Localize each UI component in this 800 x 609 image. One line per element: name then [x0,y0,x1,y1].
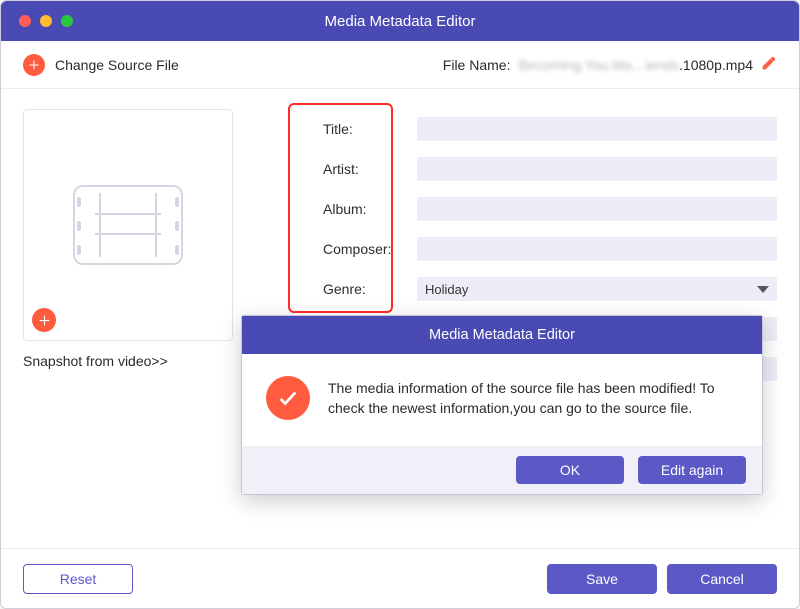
edit-filename-button[interactable] [761,55,777,74]
field-row-artist: Artist: [323,149,777,189]
artist-label: Artist: [323,161,403,177]
dialog-footer: OK Edit again [242,446,762,494]
dialog-edit-again-button[interactable]: Edit again [638,456,746,484]
check-icon [266,376,310,420]
field-row-genre: Genre: Holiday [323,269,777,309]
thumbnail-box [23,109,233,341]
title-label: Title: [323,121,403,137]
change-source-label: Change Source File [55,57,179,73]
title-input[interactable] [417,117,777,141]
genre-value: Holiday [425,282,468,297]
field-row-title: Title: [323,109,777,149]
composer-label: Composer: [323,241,403,257]
artist-input[interactable] [417,157,777,181]
album-label: Album: [323,201,403,217]
confirmation-dialog: Media Metadata Editor The media informat… [241,315,763,495]
dialog-title: Media Metadata Editor [242,316,762,354]
file-name-obscured: Becoming.You.Ma…iends [518,57,679,73]
save-button[interactable]: Save [547,564,657,594]
change-source-button[interactable]: Change Source File [23,54,179,76]
file-name-display: File Name: Becoming.You.Ma…iends.1080p.m… [443,55,777,74]
file-name-label: File Name: [443,57,511,73]
plus-icon [23,54,45,76]
footer: Reset Save Cancel [1,548,799,608]
genre-select[interactable]: Holiday [417,277,777,301]
titlebar: Media Metadata Editor [1,1,799,41]
snapshot-from-video-link[interactable]: Snapshot from video>> [23,353,233,369]
dialog-body: The media information of the source file… [242,354,762,446]
dialog-message: The media information of the source file… [328,376,738,420]
album-input[interactable] [417,197,777,221]
composer-input[interactable] [417,237,777,261]
window-title: Media Metadata Editor [1,13,799,30]
toolbar: Change Source File File Name: Becoming.Y… [1,41,799,89]
field-row-composer: Composer: [323,229,777,269]
field-row-album: Album: [323,189,777,229]
add-thumbnail-button[interactable] [32,308,56,332]
app-window: Media Metadata Editor Change Source File… [0,0,800,609]
thumbnail-column: Snapshot from video>> [23,109,233,548]
reset-button[interactable]: Reset [23,564,133,594]
genre-label: Genre: [323,281,403,297]
cancel-button[interactable]: Cancel [667,564,777,594]
film-placeholder-icon [73,175,183,275]
chevron-down-icon [757,286,769,293]
dialog-ok-button[interactable]: OK [516,456,624,484]
file-name-suffix: .1080p.mp4 [679,57,753,73]
